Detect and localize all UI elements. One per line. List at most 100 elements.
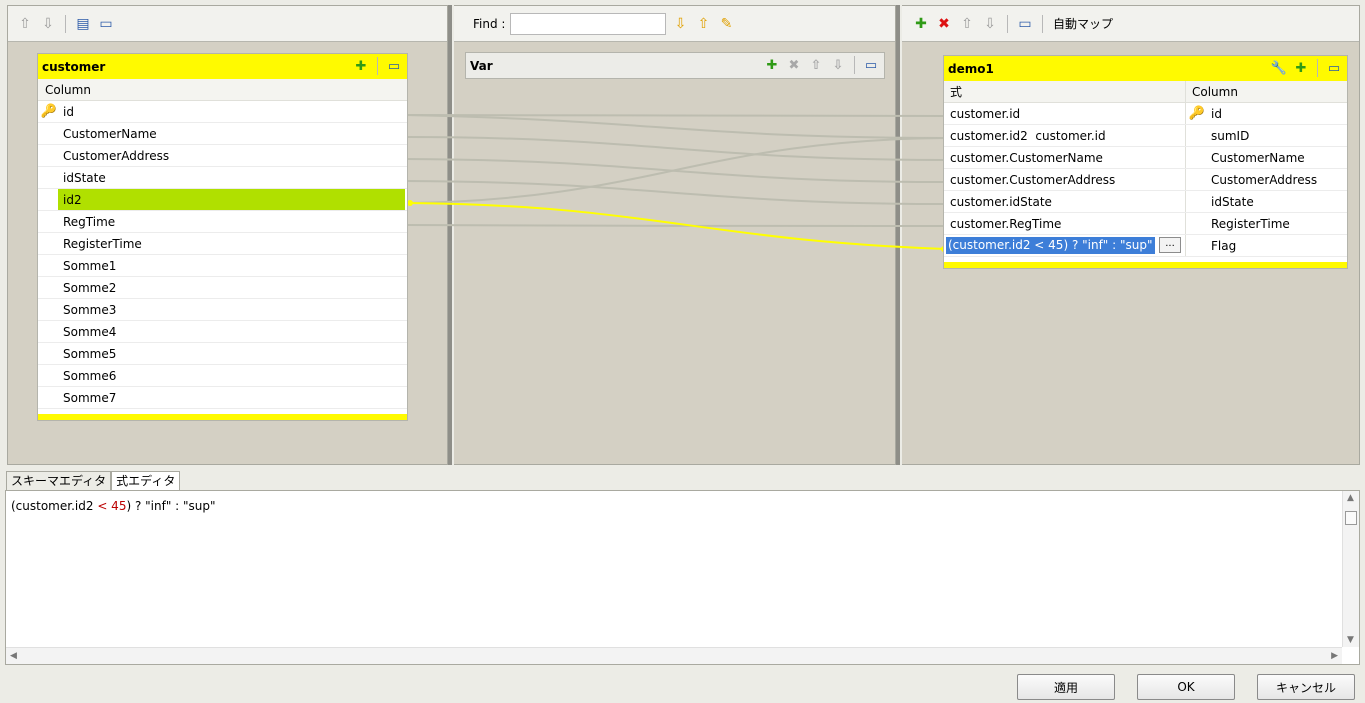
open-expression-builder-button[interactable]: ...	[1159, 237, 1181, 253]
expression-cell[interactable]: customer.idState	[944, 191, 1186, 212]
column-cell[interactable]: CustomerAddress	[1186, 169, 1347, 190]
expression-cell[interactable]: customer.CustomerName	[944, 147, 1186, 168]
selection-highlight	[58, 189, 405, 210]
minimize-icon[interactable]: ▭	[1325, 59, 1343, 77]
minimize-icon[interactable]: ▭	[1016, 15, 1034, 33]
table-row[interactable]: (customer.id2 < 45) ? "inf" : "sup"... Fl…	[944, 235, 1347, 257]
column-cell[interactable]: CustomerName	[1186, 147, 1347, 168]
column-cell[interactable]: 🔑 id	[1186, 103, 1347, 124]
expr-text-suffix: ) ? "inf" : "sup"	[126, 499, 216, 513]
column-cell[interactable]: Flag	[1186, 235, 1347, 256]
arrow-down-icon[interactable]: ⇩	[39, 15, 57, 33]
column-name: RegTime	[63, 214, 116, 229]
table-row[interactable]: customer.CustomerAddress CustomerAddress	[944, 169, 1347, 191]
column-name: Somme4	[63, 324, 117, 339]
table-row[interactable]: RegisterTime	[38, 233, 407, 255]
table-row[interactable]: customer.idState idState	[944, 191, 1347, 213]
expression-cell[interactable]: customer.id	[944, 103, 1186, 124]
minimize-icon[interactable]: ▭	[862, 56, 880, 74]
scroll-down-icon[interactable]: ▼	[1347, 635, 1354, 645]
vertical-scrollbar[interactable]: ▲ ▼	[1342, 491, 1359, 647]
minimize-icon[interactable]: ▭	[385, 57, 403, 75]
add-column-icon[interactable]: ✚	[1292, 59, 1310, 77]
column-name: id	[1211, 106, 1222, 121]
arrow-down-icon[interactable]: ⇩	[981, 15, 999, 33]
expression-text: customer.id	[950, 106, 1021, 121]
edit-icon[interactable]: ✎	[717, 15, 735, 33]
expression-text: customer.CustomerAddress	[950, 172, 1116, 187]
var-table-header: Var ✚ ✖ ⇧ ⇩ ▭	[466, 53, 884, 78]
find-input[interactable]	[510, 12, 667, 35]
table-row[interactable]: CustomerAddress	[38, 145, 407, 167]
cancel-button[interactable]: キャンセル	[1257, 674, 1355, 700]
input-toolbar: ⇧ ⇩ ▤ ▭	[8, 6, 447, 42]
expression-text: customer.idState	[950, 194, 1052, 209]
column-name: Somme1	[63, 258, 117, 273]
add-column-icon[interactable]: ✚	[352, 57, 370, 75]
arrow-up-icon[interactable]: ⇧	[958, 15, 976, 33]
column-name: RegisterTime	[1211, 216, 1290, 231]
key-cell	[38, 189, 60, 211]
right-splitter[interactable]	[896, 5, 900, 465]
table-row[interactable]: customer.RegTime RegisterTime	[944, 213, 1347, 235]
column-cell[interactable]: sumID	[1186, 125, 1347, 146]
delete-icon[interactable]: ✖	[785, 56, 803, 74]
auto-map-button[interactable]: 自動マップ	[1053, 15, 1113, 32]
expression-cell[interactable]: customer.CustomerAddress	[944, 169, 1186, 190]
arrow-up-icon[interactable]: ⇧	[807, 56, 825, 74]
expression-editor[interactable]: (customer.id2 < 45) ? "inf" : "sup" ▲ ▼ …	[5, 490, 1360, 665]
tab-expression-editor[interactable]: 式エディタ	[111, 471, 181, 491]
table-row[interactable]: RegTime	[38, 211, 407, 233]
expression-text[interactable]: (customer.id2 < 45) ? "inf" : "sup"	[11, 499, 216, 513]
key-cell	[38, 387, 60, 409]
tab-schema-editor[interactable]: スキーマエディタ	[6, 471, 112, 491]
add-icon[interactable]: ✚	[912, 15, 930, 33]
table-row[interactable]: Somme1	[38, 255, 407, 277]
arrow-up-icon[interactable]: ⇧	[16, 15, 34, 33]
toolbar-separator	[65, 14, 66, 33]
table-row[interactable]: Somme4	[38, 321, 407, 343]
table-row[interactable]: customer.id 🔑 id	[944, 103, 1347, 125]
wrench-icon[interactable]: 🔧	[1270, 59, 1288, 77]
table-row[interactable]: Somme7	[38, 387, 407, 409]
find-previous-icon[interactable]: ⇧	[694, 15, 712, 33]
scroll-right-icon[interactable]: ▶	[1331, 651, 1338, 661]
ok-button[interactable]: OK	[1137, 674, 1235, 700]
column-cell[interactable]: RegisterTime	[1186, 213, 1347, 234]
input-table-footer	[38, 414, 407, 420]
minimize-icon[interactable]: ▭	[97, 15, 115, 33]
key-cell	[38, 299, 60, 321]
horizontal-scrollbar[interactable]: ◀ ▶	[6, 647, 1342, 664]
table-row[interactable]: Somme5	[38, 343, 407, 365]
add-icon[interactable]: ✚	[763, 56, 781, 74]
scroll-up-icon[interactable]: ▲	[1347, 493, 1354, 503]
apply-button[interactable]: 適用	[1017, 674, 1115, 700]
left-splitter[interactable]	[448, 5, 452, 465]
expression-edit-field[interactable]: (customer.id2 < 45) ? "inf" : "sup"	[946, 237, 1155, 254]
table-row[interactable]: CustomerName	[38, 123, 407, 145]
table-row[interactable]: 🔑 id	[38, 101, 407, 123]
column-name: id	[63, 104, 74, 119]
table-row[interactable]: Somme3	[38, 299, 407, 321]
key-cell	[1186, 191, 1208, 213]
arrow-down-icon[interactable]: ⇩	[829, 56, 847, 74]
table-row[interactable]: Somme6	[38, 365, 407, 387]
table-row[interactable]: Somme2	[38, 277, 407, 299]
table-row[interactable]: customer.id2 customer.id sumID	[944, 125, 1347, 147]
toolbar-separator	[1317, 59, 1318, 77]
table-icon[interactable]: ▤	[74, 15, 92, 33]
table-row[interactable]: idState	[38, 167, 407, 189]
find-next-icon[interactable]: ⇩	[671, 15, 689, 33]
table-row[interactable]: customer.CustomerName CustomerName	[944, 147, 1347, 169]
expression-cell[interactable]: customer.RegTime	[944, 213, 1186, 234]
table-row[interactable]: id2	[38, 189, 407, 211]
expr-header-label: 式	[950, 85, 963, 99]
column-cell[interactable]: idState	[1186, 191, 1347, 212]
expression-cell[interactable]: customer.id2 customer.id	[944, 125, 1186, 146]
column-name: Somme6	[63, 368, 117, 383]
expression-cell[interactable]: (customer.id2 < 45) ? "inf" : "sup"...	[944, 235, 1186, 256]
scroll-left-icon[interactable]: ◀	[10, 651, 17, 661]
delete-icon[interactable]: ✖	[935, 15, 953, 33]
scroll-thumb[interactable]	[1345, 511, 1357, 525]
column-name: Somme2	[63, 280, 117, 295]
